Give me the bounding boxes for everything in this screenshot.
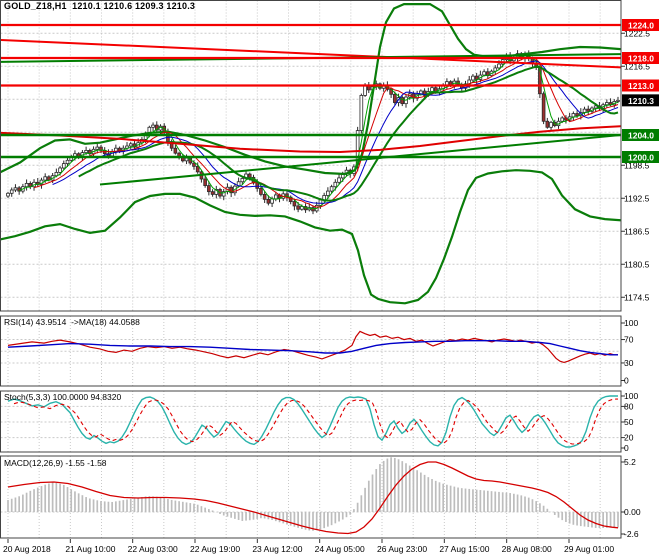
level-badge-1204.0-text: 1204.0 [628, 131, 654, 141]
candle [296, 205, 300, 210]
level-badge-1213.0-text: 1213.0 [628, 81, 654, 91]
price-axis-label: 1174.5 [624, 292, 650, 302]
candle [359, 95, 364, 132]
candle [184, 157, 189, 162]
candle [255, 182, 260, 189]
stoch-axis-label: 50 [624, 417, 634, 427]
candle [545, 120, 550, 128]
time-axis-label: 29 Aug 01:00 [564, 544, 614, 554]
candle [65, 159, 70, 165]
candle [210, 191, 215, 195]
candle [203, 178, 207, 186]
trading-chart-svg: 1222.51216.51198.51192.51186.51180.51174… [0, 0, 659, 554]
stoch-axis-label: 0 [624, 443, 629, 453]
candle [270, 198, 274, 204]
time-axis-label: 23 Aug 12:00 [252, 544, 302, 554]
candle [326, 190, 330, 196]
rsi-axis-label: 100 [624, 318, 638, 328]
candle [173, 147, 178, 154]
candle [151, 124, 155, 128]
candle [582, 108, 587, 113]
time-axis-label: 26 Aug 23:00 [377, 544, 427, 554]
time-axis-label: 20 Aug 2018 [3, 544, 51, 554]
candle [366, 85, 371, 91]
level-badge-1224.0-text: 1224.0 [628, 21, 654, 31]
candle [61, 163, 66, 169]
candle [195, 165, 200, 173]
candle [560, 117, 565, 122]
candle [266, 198, 271, 204]
candle [497, 63, 501, 69]
candle [571, 113, 576, 118]
candle [337, 177, 341, 183]
macd-panel[interactable] [0, 455, 622, 539]
candle [541, 93, 546, 122]
candle [482, 71, 486, 76]
candle [274, 194, 278, 200]
stoch-axis-label: 100 [624, 391, 638, 401]
time-axis[interactable]: 20 Aug 2018 21 Aug 10:00 22 Aug 03:00 22 Au… [3, 539, 614, 554]
level-badge-1218.0-text: 1218.0 [628, 54, 654, 64]
candle [128, 143, 133, 147]
macd-axis-label: 0.00 [624, 507, 641, 517]
time-axis-label: 22 Aug 19:00 [190, 544, 240, 554]
candle [43, 176, 47, 181]
time-axis-label: 21 Aug 10:00 [65, 544, 115, 554]
rsi-axis-label: 70 [624, 335, 634, 345]
candle [393, 93, 397, 103]
candle [605, 102, 609, 106]
price-axis-label: 1186.5 [624, 226, 650, 236]
candle [471, 75, 475, 81]
candle [292, 201, 297, 207]
candle [586, 108, 591, 112]
price-axis-label: 1192.5 [624, 193, 650, 203]
candle [192, 162, 196, 167]
stoch-axis-label: 20 [624, 433, 634, 443]
candle [575, 113, 579, 117]
price-axis-label: 1180.5 [624, 259, 650, 269]
time-axis-label: 24 Aug 05:00 [315, 544, 365, 554]
macd-axis-label: 5.2 [624, 457, 636, 467]
time-axis-label: 27 Aug 15:00 [439, 544, 489, 554]
time-axis-label: 22 Aug 03:00 [128, 544, 178, 554]
candle [24, 182, 29, 188]
current-price-badge-text: 1210.3 [628, 96, 654, 106]
candle [207, 185, 211, 193]
candle [333, 181, 338, 188]
mt4-chart-window: { "chart_data": { "type": "candlestick",… [0, 0, 660, 560]
candle [95, 146, 100, 150]
candle [13, 187, 18, 191]
candle [259, 187, 263, 195]
candle [9, 189, 14, 194]
candle [329, 186, 334, 192]
candle [549, 121, 553, 128]
candle [240, 178, 245, 183]
candle [6, 192, 10, 197]
candle [84, 149, 88, 153]
candle [363, 85, 367, 96]
candle [58, 167, 62, 173]
price-axis[interactable]: 1222.51216.51198.51192.51186.51180.51174… [621, 19, 659, 539]
candle [247, 173, 252, 178]
stoch-axis-label: 80 [624, 401, 634, 411]
time-axis-label: 28 Aug 08:00 [502, 544, 552, 554]
rsi-axis-label: 30 [624, 358, 634, 368]
candle [262, 193, 267, 200]
rsi-axis-label: 0 [624, 376, 629, 386]
level-badge-1200.0-text: 1200.0 [628, 153, 654, 163]
macd-axis-label: -2.6 [624, 529, 639, 539]
candle [616, 99, 620, 102]
